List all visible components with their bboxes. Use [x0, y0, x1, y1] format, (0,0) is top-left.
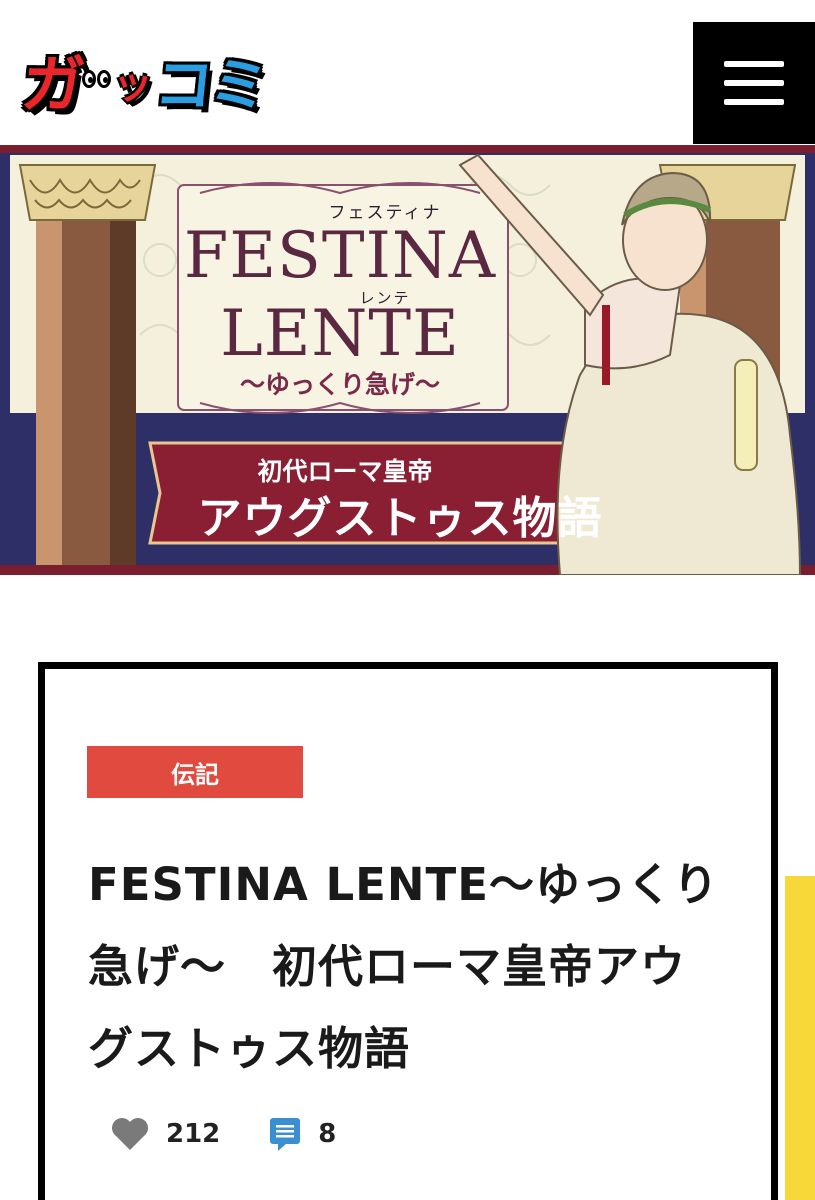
heart-icon — [110, 1116, 150, 1152]
comment-icon — [268, 1116, 302, 1152]
hamburger-menu-icon — [724, 61, 784, 67]
hero-banner[interactable]: フェスティナ FESTINA レンテ LENTE 〜ゆっくり急げ〜 初代ローマ皇… — [0, 145, 815, 575]
banner-title-festina: FESTINA — [183, 219, 497, 293]
logo-text-tsu: ッ — [113, 62, 154, 108]
comment-count: 8 — [318, 1119, 337, 1149]
card-accent-shadow — [785, 876, 815, 1200]
site-header: ガ ッ コミ — [0, 0, 815, 145]
banner-title-lente: LENTE — [220, 297, 460, 371]
logo-text-ga: ガ — [18, 48, 84, 121]
article-stats: 212 8 — [110, 1114, 336, 1154]
article-title[interactable]: FESTINA LENTE〜ゆっくり急げ〜 初代ローマ皇帝アウグストゥス物語 — [88, 844, 728, 1090]
comment-button[interactable]: 8 — [268, 1116, 336, 1152]
menu-button[interactable] — [693, 22, 815, 144]
banner-plate-large: アウグストゥス物語 — [197, 493, 603, 544]
like-count: 212 — [166, 1119, 221, 1149]
site-logo[interactable]: ガ ッ コミ — [18, 48, 269, 122]
category-tag[interactable]: 伝記 — [87, 746, 303, 798]
logo-text-komi: コミ — [151, 51, 269, 119]
logo-eyes-icon — [82, 70, 112, 88]
like-button[interactable]: 212 — [110, 1116, 220, 1152]
banner-subtitle: 〜ゆっくり急げ〜 — [239, 370, 440, 399]
